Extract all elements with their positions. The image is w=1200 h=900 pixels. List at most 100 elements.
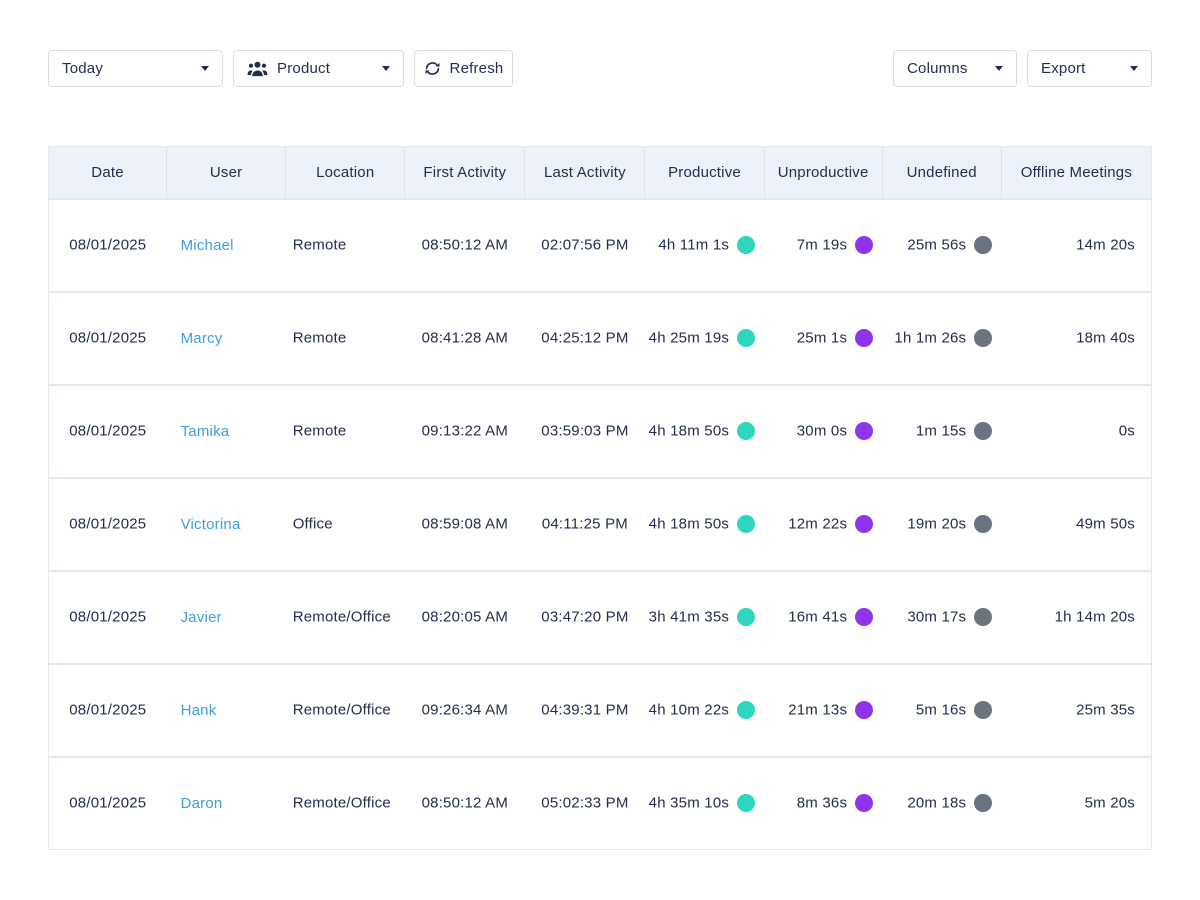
table-row: 08/01/2025 Tamika Remote 09:13:22 AM 03:… [49,385,1152,478]
unproductive-cell: 16m 41s [764,571,882,664]
column-header-undefined: Undefined [882,147,1001,199]
undefined-cell: 1h 1m 26s [882,292,1001,385]
group-filter-label: Product [277,60,330,77]
refresh-button[interactable]: Refresh [414,50,513,87]
location-cell: Office [286,478,405,571]
productive-dot [737,701,755,719]
user-cell: Victorina [167,478,286,571]
productive-dot [737,608,755,626]
unproductive-dot [855,515,873,533]
productive-cell: 4h 35m 10s [645,757,764,850]
first-activity-cell: 09:26:34 AM [405,664,525,757]
table-header: DateUserLocationFirst ActivityLast Activ… [49,147,1152,199]
last-activity-cell: 02:07:56 PM [525,199,645,292]
productive-dot [737,515,755,533]
column-header-date: Date [49,147,167,199]
date-cell: 08/01/2025 [49,664,167,757]
table-row: 08/01/2025 Daron Remote/Office 08:50:12 … [49,757,1152,850]
undefined-cell: 25m 56s [882,199,1001,292]
first-activity-cell: 08:50:12 AM [405,757,525,850]
productive-dot [737,329,755,347]
table-body: 08/01/2025 Michael Remote 08:50:12 AM 02… [49,199,1152,850]
date-cell: 08/01/2025 [49,478,167,571]
unproductive-dot [855,794,873,812]
user-link[interactable]: Hank [181,702,217,719]
date-range-dropdown[interactable]: Today [48,50,223,87]
content: Today Product [0,0,1200,850]
export-dropdown[interactable]: Export [1027,50,1152,87]
column-header-last-activity: Last Activity [525,147,645,199]
user-link[interactable]: Victorina [181,516,241,533]
activity-table: DateUserLocationFirst ActivityLast Activ… [48,146,1152,850]
undefined-dot [974,329,992,347]
user-link[interactable]: Daron [181,795,223,812]
group-filter-dropdown[interactable]: Product [233,50,404,87]
date-range-label: Today [62,60,103,77]
unproductive-dot [855,329,873,347]
undefined-cell: 20m 18s [882,757,1001,850]
columns-label: Columns [907,60,968,77]
table-row: 08/01/2025 Javier Remote/Office 08:20:05… [49,571,1152,664]
offline-meetings-cell: 5m 20s [1001,757,1151,850]
undefined-dot [974,422,992,440]
column-header-user: User [167,147,286,199]
table-row: 08/01/2025 Michael Remote 08:50:12 AM 02… [49,199,1152,292]
unproductive-dot [855,422,873,440]
unproductive-cell: 25m 1s [764,292,882,385]
undefined-dot [974,701,992,719]
productive-cell: 4h 18m 50s [645,385,764,478]
location-cell: Remote [286,385,405,478]
location-cell: Remote/Office [286,664,405,757]
user-link[interactable]: Michael [181,237,234,254]
refresh-label: Refresh [450,60,504,77]
column-header-location: Location [286,147,405,199]
user-link[interactable]: Tamika [181,423,230,440]
unproductive-dot [855,236,873,254]
offline-meetings-cell: 1h 14m 20s [1001,571,1151,664]
location-cell: Remote/Office [286,757,405,850]
table-header-row: DateUserLocationFirst ActivityLast Activ… [49,147,1152,199]
last-activity-cell: 03:59:03 PM [525,385,645,478]
column-header-offline-meetings: Offline Meetings [1001,147,1151,199]
offline-meetings-cell: 0s [1001,385,1151,478]
date-cell: 08/01/2025 [49,385,167,478]
chevron-down-icon [995,66,1003,71]
productive-dot [737,236,755,254]
date-cell: 08/01/2025 [49,292,167,385]
location-cell: Remote/Office [286,571,405,664]
productive-cell: 3h 41m 35s [645,571,764,664]
productive-cell: 4h 10m 22s [645,664,764,757]
column-header-unproductive: Unproductive [764,147,882,199]
undefined-dot [974,608,992,626]
date-cell: 08/01/2025 [49,199,167,292]
toolbar: Today Product [48,50,1152,87]
last-activity-cell: 05:02:33 PM [525,757,645,850]
table-row: 08/01/2025 Victorina Office 08:59:08 AM … [49,478,1152,571]
undefined-cell: 5m 16s [882,664,1001,757]
last-activity-cell: 03:47:20 PM [525,571,645,664]
undefined-cell: 30m 17s [882,571,1001,664]
user-link[interactable]: Javier [181,609,222,626]
unproductive-cell: 12m 22s [764,478,882,571]
offline-meetings-cell: 14m 20s [1001,199,1151,292]
unproductive-dot [855,701,873,719]
unproductive-cell: 7m 19s [764,199,882,292]
date-cell: 08/01/2025 [49,757,167,850]
last-activity-cell: 04:25:12 PM [525,292,645,385]
chevron-down-icon [201,66,209,71]
user-cell: Javier [167,571,286,664]
unproductive-cell: 21m 13s [764,664,882,757]
chevron-down-icon [1130,66,1138,71]
offline-meetings-cell: 18m 40s [1001,292,1151,385]
user-link[interactable]: Marcy [181,330,223,347]
columns-dropdown[interactable]: Columns [893,50,1017,87]
table-row: 08/01/2025 Hank Remote/Office 09:26:34 A… [49,664,1152,757]
unproductive-dot [855,608,873,626]
productive-dot [737,422,755,440]
user-cell: Daron [167,757,286,850]
offline-meetings-cell: 49m 50s [1001,478,1151,571]
unproductive-cell: 8m 36s [764,757,882,850]
last-activity-cell: 04:11:25 PM [525,478,645,571]
undefined-dot [974,236,992,254]
column-header-first-activity: First Activity [405,147,525,199]
